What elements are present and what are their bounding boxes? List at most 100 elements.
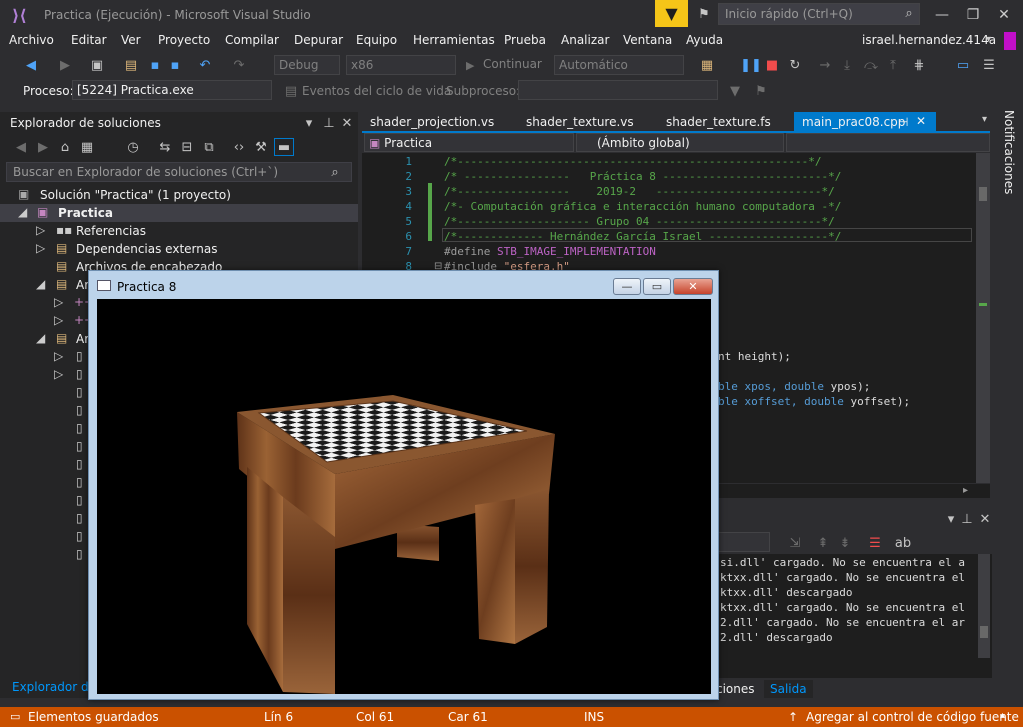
thread-select[interactable] (518, 80, 718, 100)
menu-archivo[interactable]: Archivo (9, 33, 54, 47)
switch-view-icon[interactable]: ▦ (78, 138, 96, 156)
new-project-icon[interactable]: ▣ (88, 56, 106, 74)
step-out-icon[interactable]: ⤒ (884, 56, 902, 74)
lifecycle-icon[interactable]: ▤ (282, 82, 300, 100)
sync-icon[interactable]: ⇆ (156, 138, 174, 156)
next-message-icon[interactable]: ⇟ (836, 534, 854, 552)
stop-icon[interactable]: ■ (763, 56, 781, 74)
menu-equipo[interactable]: Equipo (356, 33, 397, 47)
lifecycle-events-button[interactable]: Eventos del ciclo de vida (302, 84, 451, 98)
dock-icon[interactable]: ▭ (954, 56, 972, 74)
member-nav-select[interactable] (786, 133, 990, 152)
pin-icon[interactable]: ⊣ (898, 115, 908, 129)
chevron-down-icon[interactable]: ▾ (986, 34, 991, 45)
scope-nav-select[interactable]: (Ámbito global) (576, 133, 784, 152)
menu-depurar[interactable]: Depurar (294, 33, 343, 47)
source-control-button[interactable]: Agregar al control de código fuente (806, 710, 1019, 724)
scroll-thumb[interactable] (979, 187, 987, 201)
forward-icon[interactable]: ▶ (34, 138, 52, 156)
continue-button[interactable]: Continuar (483, 57, 542, 71)
configuration-select[interactable]: Debug (274, 55, 340, 75)
filter-icon[interactable]: ▼ (726, 82, 744, 100)
list-icon[interactable]: ☰ (980, 56, 998, 74)
tab-output[interactable]: Salida (764, 680, 813, 698)
minimize-button[interactable]: — (927, 4, 957, 26)
prev-message-icon[interactable]: ⇞ (814, 534, 832, 552)
undo-icon[interactable]: ↶ (196, 56, 214, 74)
render-canvas[interactable] (97, 299, 711, 694)
history-icon[interactable]: ◷ (124, 138, 142, 156)
quick-launch-input[interactable]: Inicio rápido (Ctrl+Q) (718, 3, 920, 25)
chevron-down-icon[interactable]: ▾ (982, 114, 987, 125)
play-icon[interactable]: ▶ (466, 59, 474, 72)
process-icon[interactable]: ▦ (698, 56, 716, 74)
app-window[interactable]: Practica 8 — ▭ ✕ (88, 270, 719, 700)
notification-flag-icon[interactable]: ⚑ (695, 5, 713, 23)
output-scrollbar[interactable] (978, 554, 990, 658)
app-minimize-button[interactable]: — (613, 278, 641, 295)
avatar[interactable] (1004, 32, 1016, 50)
restart-icon[interactable]: ↻ (786, 56, 804, 74)
restore-button[interactable]: ❐ (958, 4, 988, 26)
arrow-up-icon[interactable]: ↑ (788, 710, 798, 724)
close-icon[interactable]: ✕ (916, 114, 926, 128)
notifications-label[interactable]: Notificaciones (1002, 110, 1016, 194)
process-select[interactable]: [5224] Practica.exe (72, 80, 272, 100)
menu-ayuda[interactable]: Ayuda (686, 33, 723, 47)
chevron-up-icon[interactable]: ▴ (1000, 710, 1005, 721)
save-all-icon[interactable]: ▪ (166, 56, 184, 74)
search-icon[interactable]: ⌕ (326, 163, 344, 181)
flag-icon[interactable]: ⚑ (752, 82, 770, 100)
feedback-filter-icon[interactable]: ▼ (655, 0, 688, 27)
output-source-select[interactable] (716, 532, 770, 552)
pause-icon[interactable]: ❚❚ (740, 56, 762, 74)
solution-search-input[interactable]: Buscar en Explorador de soluciones (Ctrl… (6, 162, 352, 182)
step-into-icon[interactable]: ⤓ (838, 56, 856, 74)
clear-all-icon[interactable]: ☰ (866, 534, 884, 552)
auto-select[interactable]: Automático (554, 55, 684, 75)
forward-icon[interactable]: ▶ (56, 56, 74, 74)
search-icon[interactable]: ⌕ (900, 4, 918, 22)
tree-item-dependencias[interactable]: ▷ ▤ Dependencias externas (0, 240, 358, 258)
scroll-right-icon[interactable]: ▸ (963, 485, 968, 496)
solution-explorer-tab[interactable]: Explorador de (12, 680, 96, 694)
platform-select[interactable]: x86 (346, 55, 456, 75)
close-icon[interactable]: ✕ (338, 114, 356, 132)
editor-scrollbar[interactable] (976, 153, 990, 483)
menu-editar[interactable]: Editar (71, 33, 107, 47)
word-wrap-icon[interactable]: ab (894, 534, 912, 552)
home-icon[interactable]: ⌂ (56, 138, 74, 156)
app-close-button[interactable]: ✕ (673, 278, 713, 295)
properties-icon[interactable]: ⚒ (252, 138, 270, 156)
project-nav-select[interactable]: ▣ Practica (364, 133, 574, 152)
menu-analizar[interactable]: Analizar (561, 33, 609, 47)
menu-ver[interactable]: Ver (121, 33, 141, 47)
close-icon[interactable]: ✕ (976, 510, 994, 528)
tab-shader-texture-vs[interactable]: shader_texture.vs (518, 112, 642, 132)
menu-ventana[interactable]: Ventana (623, 33, 672, 47)
project-node[interactable]: ◢ ▣ Practica (0, 204, 358, 222)
pin-icon[interactable]: ⊥ (320, 114, 338, 132)
menu-proyecto[interactable]: Proyecto (158, 33, 210, 47)
tab-exceptions[interactable]: ciones (716, 682, 755, 696)
collapse-icon[interactable]: ⊟ (178, 138, 196, 156)
chevron-down-icon[interactable]: ▾ (300, 114, 318, 132)
user-account[interactable]: israel.hernandez.414a (862, 33, 996, 47)
close-button[interactable]: ✕ (989, 4, 1019, 26)
menu-prueba[interactable]: Prueba (504, 33, 546, 47)
save-icon[interactable]: ▪ (146, 56, 164, 74)
back-icon[interactable]: ◀ (22, 56, 40, 74)
menu-compilar[interactable]: Compilar (225, 33, 279, 47)
back-icon[interactable]: ◀ (12, 138, 30, 156)
tab-shader-texture-fs[interactable]: shader_texture.fs (658, 112, 779, 132)
pin-icon[interactable]: ⊥ (958, 510, 976, 528)
preview-icon[interactable]: ▬ (274, 138, 294, 156)
app-maximize-button[interactable]: ▭ (643, 278, 671, 295)
step-over-icon[interactable]: ⤼ (862, 56, 880, 74)
redo-icon[interactable]: ↷ (230, 56, 248, 74)
step-icon[interactable]: → (816, 56, 834, 74)
show-all-icon[interactable]: ⧉ (200, 138, 218, 156)
tree-item-referencias[interactable]: ▷ ▪▪ Referencias (0, 222, 358, 240)
output-pane[interactable]: si.dll' cargado. No se encuentra el a kt… (716, 554, 992, 678)
find-icon[interactable]: ⇲ (786, 534, 804, 552)
